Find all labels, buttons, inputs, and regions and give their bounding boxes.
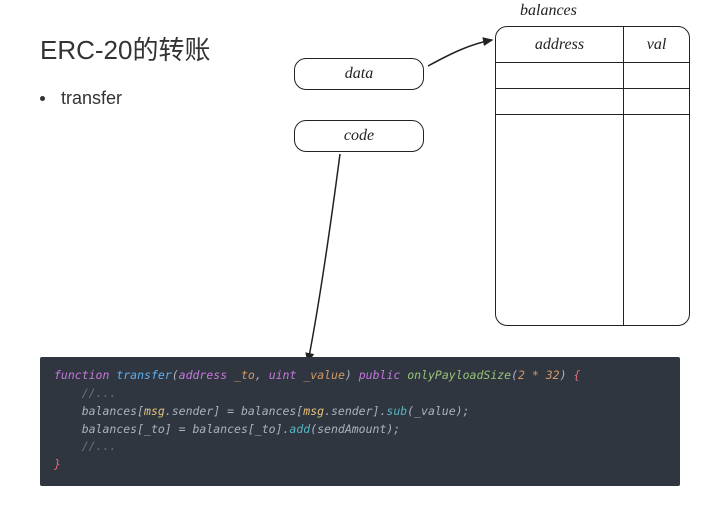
type-address: address: [179, 368, 227, 382]
bullet-item-transfer: transfer: [40, 88, 122, 109]
column-header-address: address: [496, 27, 624, 62]
modifier: onlyPayloadSize: [407, 368, 511, 382]
table-row: [496, 63, 623, 89]
table-row: [496, 89, 623, 115]
bullet-list: transfer: [40, 88, 122, 109]
modifier-arg: 2 * 32: [518, 368, 560, 382]
kw-public: public: [359, 368, 401, 382]
fn-name: transfer: [116, 368, 171, 382]
table-row: [624, 89, 689, 115]
param-value: _value: [303, 368, 345, 382]
bullet-icon: [40, 96, 45, 101]
column-header-val: val: [624, 27, 689, 62]
comment-1: //...: [82, 386, 117, 400]
code-text: (_value);: [407, 404, 469, 418]
code-sub: sub: [386, 404, 407, 418]
code-add: add: [289, 422, 310, 436]
balances-table: address val: [495, 26, 690, 326]
type-uint: uint: [269, 368, 297, 382]
comment-2: //...: [82, 439, 117, 453]
table-row: [624, 63, 689, 89]
code-box: code: [294, 120, 424, 152]
param-to: _to: [234, 368, 255, 382]
arrow-code-to-codeblock: [308, 154, 340, 362]
code-text: balances[_to] = balances[_to].: [82, 422, 290, 436]
code-sender: .sender: [165, 404, 213, 418]
code-sender: .sender: [324, 404, 372, 418]
code-msg: msg: [303, 404, 324, 418]
code-text: ].: [373, 404, 387, 418]
data-box: data: [294, 58, 424, 90]
code-block: function transfer(address _to, uint _val…: [40, 357, 680, 486]
code-msg: msg: [144, 404, 165, 418]
arrow-data-to-table: [428, 40, 492, 66]
balances-label: balances: [520, 2, 577, 20]
title: ERC-20的转账: [40, 30, 210, 67]
bullet-text: transfer: [61, 88, 122, 109]
code-text: (sendAmount);: [310, 422, 400, 436]
code-text: ] = balances[: [213, 404, 303, 418]
kw-function: function: [54, 368, 109, 382]
code-text: balances[: [82, 404, 144, 418]
